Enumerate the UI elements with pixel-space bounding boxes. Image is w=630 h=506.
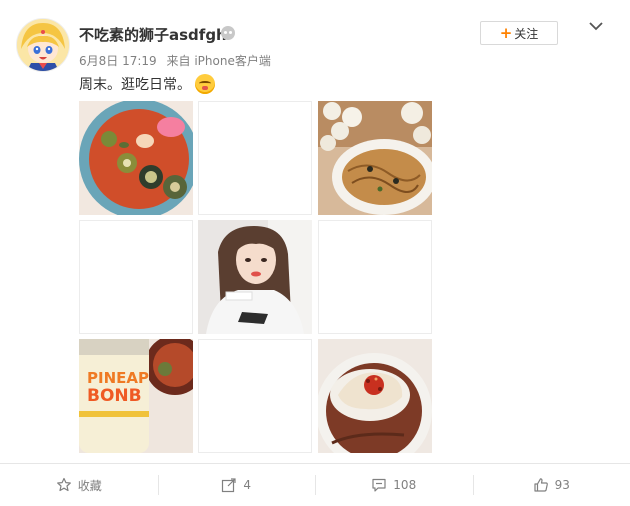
- photo-blank[interactable]: [318, 220, 432, 334]
- follow-label: 关注: [514, 25, 538, 42]
- repost-icon: [221, 477, 237, 493]
- comment-count: 108: [393, 478, 416, 492]
- photo-dumplings-noodles[interactable]: [318, 101, 432, 215]
- favorite-label: 收藏: [78, 477, 102, 494]
- photo-pineapple-drink[interactable]: PINEAP BONB: [79, 339, 193, 453]
- selfie-photo-image: [198, 220, 312, 334]
- chevron-down-icon[interactable]: [586, 18, 606, 34]
- post-date[interactable]: 6月8日 17:19: [79, 54, 157, 68]
- star-icon: [56, 477, 72, 493]
- post-text: 周末。逛吃日常。: [79, 74, 215, 94]
- svg-text:BONB: BONB: [87, 386, 142, 406]
- photo-cold-noodle-soup[interactable]: [79, 101, 193, 215]
- comment-button[interactable]: 108: [315, 464, 473, 506]
- repost-count: 4: [243, 478, 251, 492]
- like-button[interactable]: 93: [473, 464, 630, 506]
- comment-icon: [371, 477, 387, 493]
- photo-dumpling-spoon[interactable]: [318, 339, 432, 453]
- post-meta: 6月8日 17:19 来自 iPhone客户端: [79, 52, 277, 69]
- food-photo-image: [79, 101, 193, 215]
- post-source: 来自 iPhone客户端: [167, 54, 271, 68]
- weibo-post-card: 不吃素的狮子asdfgh 6月8日 17:19 来自 iPhone客户端 周末。…: [0, 0, 630, 505]
- username[interactable]: 不吃素的狮子asdfgh: [79, 24, 227, 45]
- blush-emoji-icon: [195, 74, 215, 94]
- member-badge-icon[interactable]: [221, 26, 235, 40]
- photo-blank[interactable]: [198, 339, 312, 453]
- thumbs-up-icon: [533, 477, 549, 493]
- repost-button[interactable]: 4: [158, 464, 316, 506]
- drink-photo-image: PINEAP BONB: [79, 339, 193, 453]
- plus-icon: +: [500, 24, 513, 42]
- avatar[interactable]: [16, 18, 70, 72]
- photo-blank[interactable]: [198, 101, 312, 215]
- photo-selfie[interactable]: [198, 220, 312, 334]
- like-count: 93: [555, 478, 570, 492]
- action-bar: 收藏 4 108 93: [0, 463, 630, 506]
- food-photo-image: [318, 339, 432, 453]
- follow-button[interactable]: + 关注: [480, 21, 558, 45]
- svg-text:PINEAP: PINEAP: [87, 369, 149, 387]
- avatar-illustration: [17, 19, 69, 71]
- photo-blank[interactable]: [79, 220, 193, 334]
- favorite-button[interactable]: 收藏: [0, 464, 158, 506]
- post-text-content: 周末。逛吃日常。: [79, 74, 191, 94]
- food-photo-image: [318, 101, 432, 215]
